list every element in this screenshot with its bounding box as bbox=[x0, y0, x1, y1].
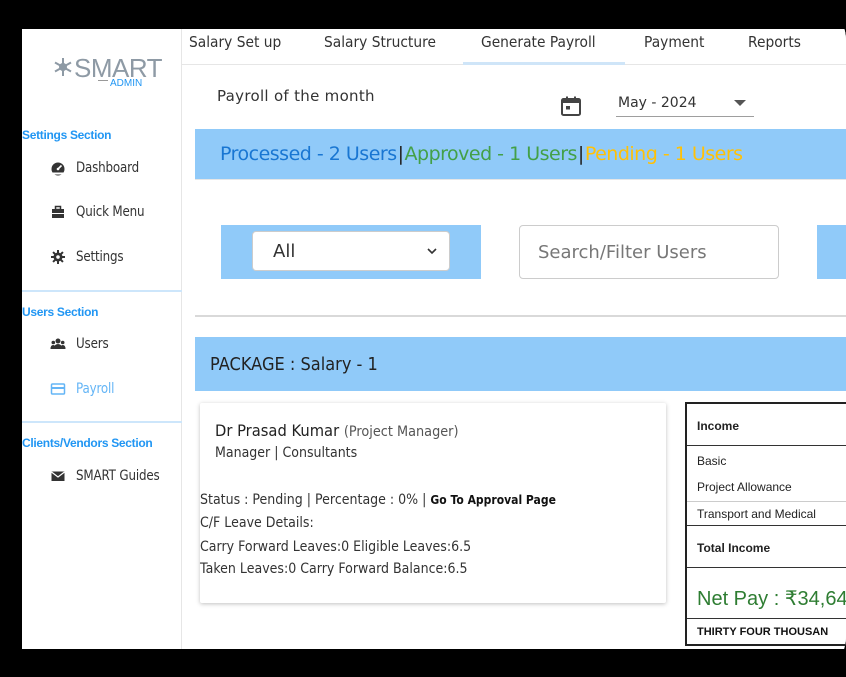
income-row-project-allowance: Project Allowance bbox=[697, 480, 792, 494]
approval-page-link[interactable]: Go To Approval Page bbox=[430, 493, 555, 507]
clients-section-title: Clients/Vendors Section bbox=[22, 436, 153, 450]
sidebar-item-smart-guides[interactable]: SMART Guides bbox=[50, 464, 174, 488]
filter-action-box[interactable] bbox=[817, 225, 846, 279]
month-select[interactable]: May - 2024 bbox=[616, 89, 754, 117]
sidebar-item-label: Quick Menu bbox=[76, 204, 145, 220]
table-divider bbox=[687, 445, 846, 446]
table-divider bbox=[687, 501, 846, 502]
user-status-line: Status : Pending | Percentage : 0% | Go … bbox=[200, 492, 556, 508]
user-department: Manager | Consultants bbox=[215, 445, 358, 461]
payroll-status-bar: Processed - 2 Users | Approved - 1 Users… bbox=[195, 129, 846, 179]
active-tab-indicator bbox=[463, 62, 625, 65]
caret-down-icon bbox=[734, 99, 746, 106]
sidebar-item-label: Payroll bbox=[76, 381, 115, 397]
gear-icon bbox=[51, 250, 65, 264]
approved-count[interactable]: Approved - 1 Users bbox=[405, 143, 578, 165]
sidebar-item-label: Dashboard bbox=[76, 160, 140, 176]
user-status: Status : Pending | Percentage : 0% | bbox=[200, 492, 427, 508]
table-divider bbox=[687, 567, 846, 568]
sidebar: SMART ADMIN Settings Section Dashboard Q… bbox=[22, 29, 182, 649]
dashboard-icon bbox=[51, 162, 65, 176]
sidebar-item-label: Users bbox=[76, 336, 109, 352]
search-input[interactable] bbox=[519, 225, 779, 279]
sidebar-item-payroll[interactable]: Payroll bbox=[50, 377, 121, 401]
user-name: Dr Prasad Kumar bbox=[215, 421, 340, 440]
users-section-title: Users Section bbox=[22, 305, 99, 319]
settings-section-title: Settings Section bbox=[22, 128, 112, 142]
sidebar-item-label: Settings bbox=[76, 249, 124, 265]
envelope-icon bbox=[51, 471, 65, 481]
processed-count[interactable]: Processed - 2 Users bbox=[220, 143, 397, 165]
salary-breakdown-table: Income Basic Project Allowance Transport… bbox=[685, 402, 846, 646]
income-row-transport: Transport and Medical bbox=[697, 507, 816, 521]
sidebar-divider bbox=[22, 290, 182, 292]
logo-subtext: ADMIN bbox=[110, 78, 143, 89]
tab-salary-structure[interactable]: Salary Structure bbox=[324, 33, 436, 51]
briefcase-icon bbox=[52, 205, 64, 218]
sidebar-item-users[interactable]: Users bbox=[50, 332, 114, 356]
tab-generate-payroll[interactable]: Generate Payroll bbox=[481, 33, 596, 51]
leave-details-2: Taken Leaves:0 Carry Forward Balance:6.5 bbox=[200, 561, 468, 577]
cf-leave-title: C/F Leave Details: bbox=[200, 515, 314, 531]
user-role: (Project Manager) bbox=[343, 424, 459, 440]
sidebar-item-label: SMART Guides bbox=[76, 468, 160, 484]
table-divider bbox=[687, 525, 846, 526]
app-screen: SMART ADMIN Settings Section Dashboard Q… bbox=[22, 29, 846, 649]
top-tabs: Salary Set up Salary Structure Generate … bbox=[182, 29, 846, 65]
status-separator: | bbox=[577, 143, 584, 165]
status-filter-select[interactable]: All bbox=[252, 231, 450, 271]
payroll-icon bbox=[50, 383, 66, 395]
tab-payment[interactable]: Payment bbox=[644, 33, 704, 51]
sidebar-item-dashboard[interactable]: Dashboard bbox=[50, 156, 150, 180]
status-divider bbox=[195, 179, 846, 199]
user-card: Dr Prasad Kumar (Project Manager) Manage… bbox=[200, 403, 666, 603]
status-filter-value: All bbox=[273, 240, 296, 262]
income-header: Income bbox=[697, 419, 740, 433]
net-pay: Net Pay : ₹34,64 bbox=[697, 588, 846, 610]
sidebar-item-quick-menu[interactable]: Quick Menu bbox=[50, 200, 156, 224]
section-divider bbox=[195, 315, 846, 317]
chevron-down-icon bbox=[427, 248, 437, 255]
logo: SMART ADMIN bbox=[52, 53, 163, 93]
income-row-basic: Basic bbox=[697, 454, 727, 468]
total-income-label: Total Income bbox=[697, 541, 771, 555]
logo-rule bbox=[98, 80, 108, 81]
user-name-line: Dr Prasad Kumar (Project Manager) bbox=[215, 421, 458, 440]
status-separator: | bbox=[397, 143, 404, 165]
tab-reports[interactable]: Reports bbox=[748, 33, 801, 51]
table-divider bbox=[687, 618, 846, 619]
tab-salary-set-up[interactable]: Salary Set up bbox=[189, 33, 281, 51]
leave-details-1: Carry Forward Leaves:0 Eligible Leaves:6… bbox=[200, 539, 472, 555]
sidebar-item-settings[interactable]: Settings bbox=[50, 245, 132, 269]
net-pay-in-words: THIRTY FOUR THOUSAN bbox=[697, 626, 829, 638]
sidebar-divider bbox=[22, 421, 182, 423]
device-frame: SMART ADMIN Settings Section Dashboard Q… bbox=[0, 0, 846, 677]
users-icon bbox=[50, 338, 66, 349]
month-select-value: May - 2024 bbox=[618, 94, 697, 111]
package-label: PACKAGE : Salary - 1 bbox=[210, 353, 378, 375]
pending-count[interactable]: Pending - 1 Users bbox=[585, 143, 743, 165]
snowflake-icon bbox=[54, 58, 72, 76]
calendar-icon[interactable] bbox=[560, 95, 582, 117]
payroll-month-label: Payroll of the month bbox=[217, 87, 375, 105]
package-header: PACKAGE : Salary - 1 bbox=[195, 337, 846, 391]
